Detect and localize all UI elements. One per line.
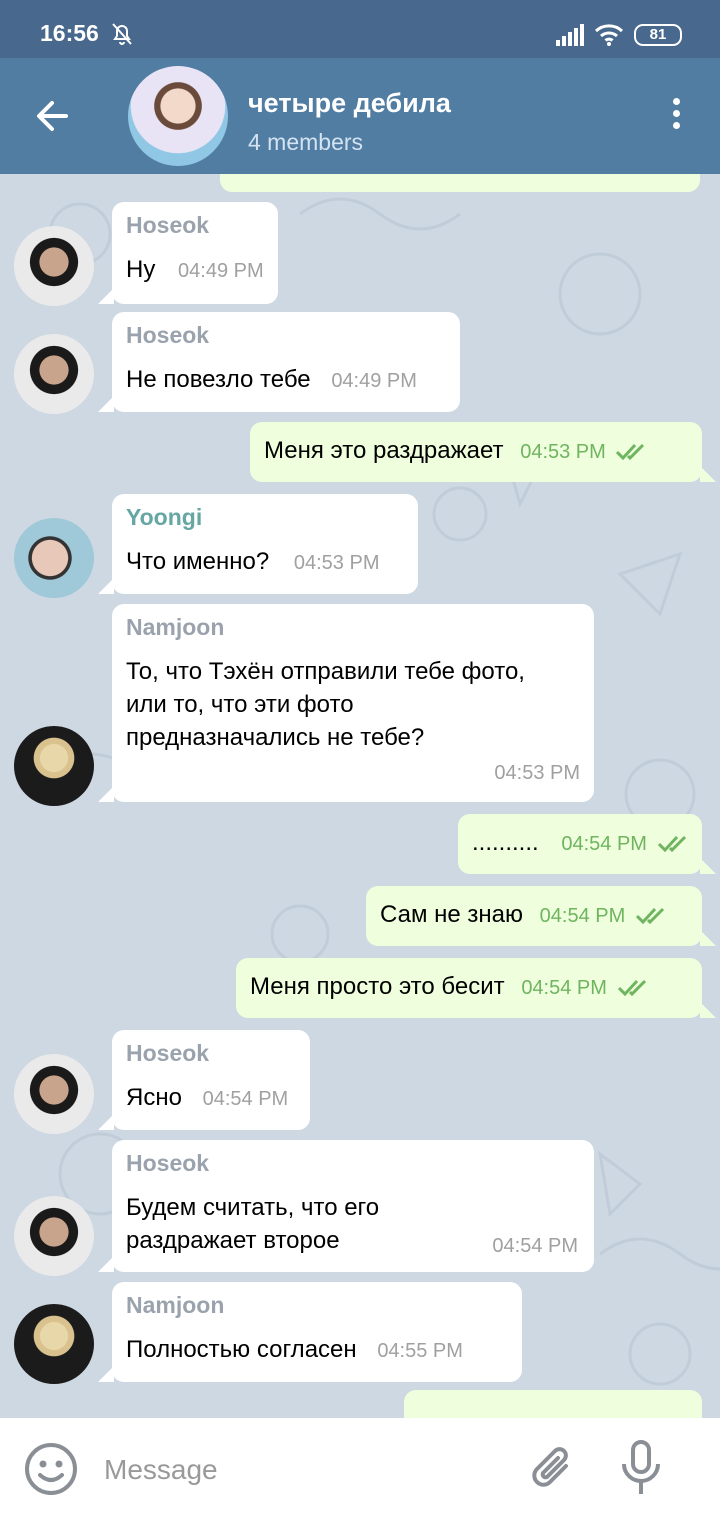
status-bar: 16:56 81 [0, 0, 720, 58]
member-count[interactable]: 4 members [248, 129, 363, 156]
message-text: Меня это раздражает [264, 437, 504, 464]
sender-name: Hoseok [126, 322, 210, 348]
incoming-message[interactable]: Namjoon Полностью согласен 04:55 PM [98, 1282, 522, 1382]
message-time: 04:49 PM [178, 260, 264, 282]
incoming-message[interactable]: Hoseok Не повезло тебе 04:49 PM [98, 312, 460, 412]
outgoing-message[interactable]: Меня это раздражает 04:53 PM [250, 422, 716, 482]
message-time: 04:54 PM [521, 977, 607, 999]
battery-indicator: 81 [634, 24, 682, 46]
signal-icon [556, 24, 584, 46]
smile-icon[interactable] [24, 1442, 78, 1496]
chat-history[interactable]: Hoseok Ну 04:49 PM Hoseok Не повезло теб… [0, 174, 720, 1418]
avatar-hoseok[interactable] [14, 1054, 94, 1134]
message-text: Что именно? [126, 548, 270, 575]
outgoing-message-partial[interactable] [220, 174, 700, 192]
message-time: 04:54 PM [561, 833, 647, 855]
avatar-hoseok[interactable] [14, 1196, 94, 1276]
outgoing-message[interactable]: Меня просто это бесит 04:54 PM [236, 958, 716, 1018]
message-time: 04:53 PM [293, 552, 380, 574]
double-check-icon [635, 907, 665, 924]
incoming-message[interactable]: Namjoon То, что Тэхён отправили тебе фот… [98, 604, 594, 802]
group-avatar[interactable] [128, 66, 228, 166]
message-text: Полностью согласен [126, 1336, 357, 1363]
message-time: 04:54 PM [492, 1235, 578, 1257]
outgoing-message[interactable]: Сам не знаю 04:54 PM [366, 886, 716, 946]
avatar-namjoon[interactable] [14, 726, 94, 806]
message-text: То, что Тэхён отправили тебе фото, или т… [126, 658, 525, 751]
message-text: .......... [472, 829, 539, 856]
message-time: 04:49 PM [331, 370, 417, 392]
message-text: Не повезло тебе [126, 366, 311, 393]
incoming-message[interactable]: Hoseok Будем считать, что его раздражает… [98, 1140, 594, 1272]
chat-title[interactable]: четыре дебила [248, 88, 451, 119]
message-time: 04:54 PM [202, 1088, 289, 1110]
double-check-icon [617, 979, 646, 996]
message-composer [0, 1418, 720, 1520]
incoming-message[interactable]: Hoseok Ясно 04:54 PM [98, 1030, 310, 1130]
message-text: Меня просто это бесит [250, 973, 505, 1000]
outgoing-message[interactable]: .......... 04:54 PM [458, 814, 716, 874]
message-text: Будем считать, что его раздражает второе [126, 1194, 380, 1254]
message-text: Ясно [126, 1084, 182, 1111]
message-time: 04:53 PM [520, 441, 606, 463]
message-time: 04:53 PM [494, 762, 580, 784]
message-time: 04:55 PM [377, 1340, 463, 1362]
sender-name: Namjoon [126, 1292, 225, 1318]
sender-name: Hoseok [126, 212, 210, 238]
outgoing-message-partial[interactable] [404, 1390, 702, 1418]
mute-bell-icon [112, 23, 132, 45]
avatar-yoongi[interactable] [14, 518, 94, 598]
message-text: Сам не знаю [380, 901, 523, 928]
more-menu-icon[interactable] [664, 98, 688, 134]
microphone-icon[interactable] [618, 1440, 664, 1496]
back-arrow-icon[interactable] [30, 94, 78, 138]
incoming-message[interactable]: Yoongi Что именно? 04:53 PM [98, 494, 418, 594]
avatar-hoseok[interactable] [14, 226, 94, 306]
status-time: 16:56 [40, 20, 99, 46]
sender-name: Namjoon [126, 614, 225, 640]
sender-name: Hoseok [126, 1150, 210, 1176]
incoming-message[interactable]: Hoseok Ну 04:49 PM [98, 202, 278, 304]
chat-header: четыре дебила 4 members [0, 58, 720, 174]
message-text: Ну [126, 256, 156, 283]
message-input[interactable] [104, 1448, 504, 1492]
sender-name: Hoseok [126, 1040, 210, 1066]
paperclip-icon[interactable] [528, 1444, 578, 1494]
avatar-hoseok[interactable] [14, 334, 94, 414]
double-check-icon [657, 835, 686, 852]
wifi-icon [594, 24, 624, 46]
message-time: 04:54 PM [539, 905, 626, 927]
double-check-icon [616, 443, 645, 460]
avatar-namjoon[interactable] [14, 1304, 94, 1384]
sender-name: Yoongi [126, 504, 203, 530]
